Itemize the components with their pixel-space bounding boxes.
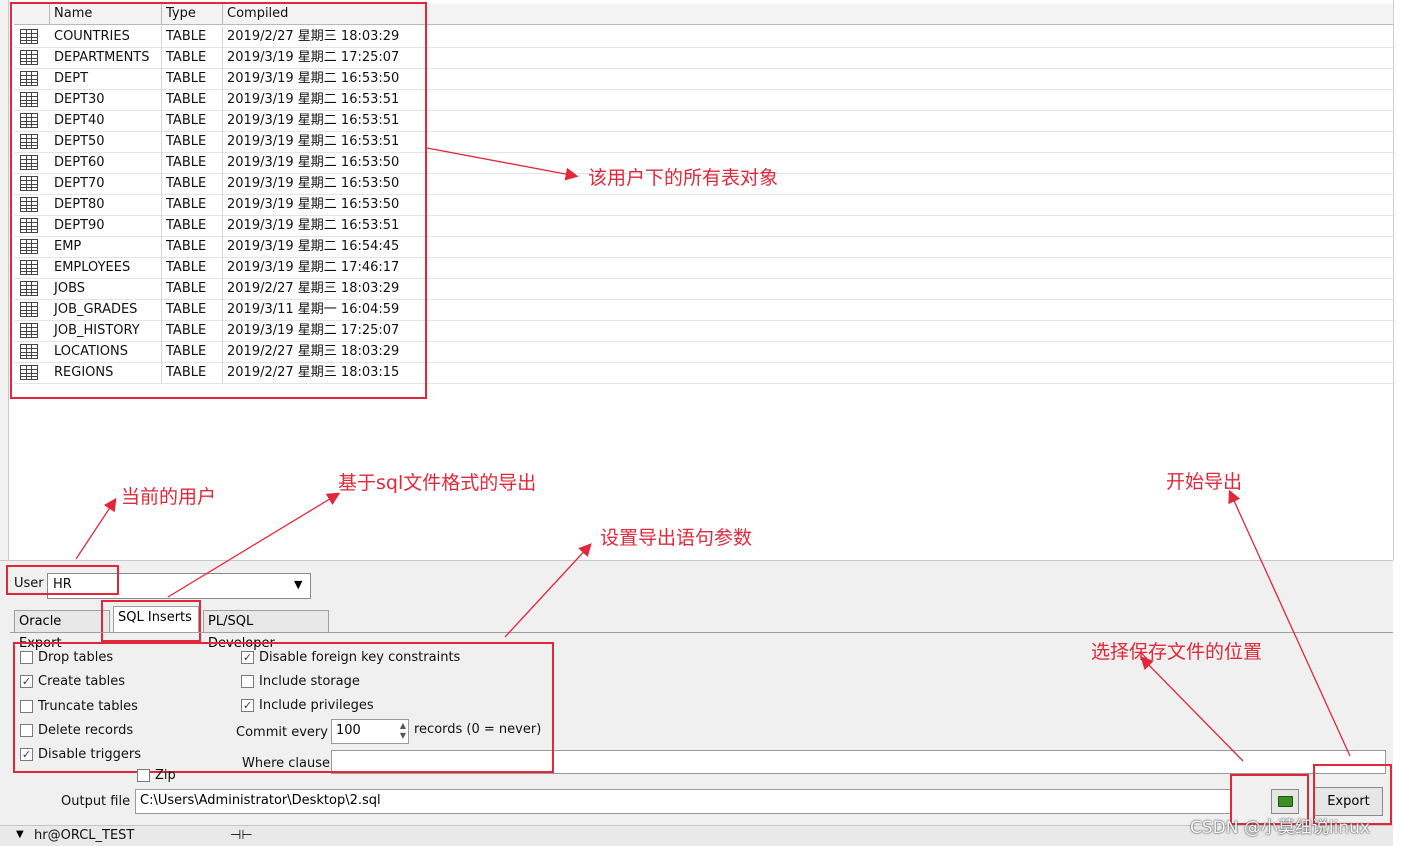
arrow-start-export	[1228, 489, 1351, 757]
note-start-export: 开始导出	[1166, 471, 1243, 493]
arrow-all-tables	[426, 147, 579, 181]
arrow-statement-params	[504, 543, 592, 638]
arrow-sql-format	[167, 492, 341, 598]
note-save-location: 选择保存文件的位置	[1091, 641, 1263, 663]
note-sql-format: 基于sql文件格式的导出	[338, 472, 537, 494]
annotation-arrows	[75, 147, 1351, 762]
note-all-tables: 该用户下的所有表对象	[588, 167, 779, 189]
arrow-save-location	[1140, 656, 1244, 762]
note-statement-params: 设置导出语句参数	[600, 527, 753, 549]
arrow-current-user	[75, 497, 117, 560]
note-current-user: 当前的用户	[121, 486, 217, 508]
